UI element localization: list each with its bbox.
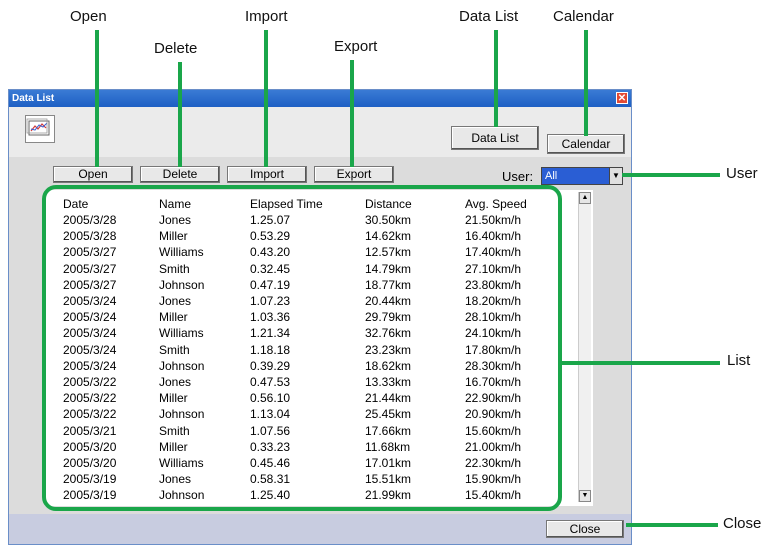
user-select-value: All bbox=[542, 168, 610, 184]
window-title: Data List bbox=[12, 93, 55, 104]
callout-line-import bbox=[264, 30, 268, 167]
callout-line-list bbox=[562, 361, 720, 365]
annotation-calendar: Calendar bbox=[553, 8, 614, 25]
annotation-export: Export bbox=[334, 38, 378, 55]
list-scrollbar[interactable]: ▲ ▼ bbox=[578, 192, 591, 502]
callout-line-calendar bbox=[584, 30, 588, 136]
bottom-bar bbox=[9, 514, 631, 544]
calendar-button[interactable]: Calendar bbox=[547, 134, 625, 154]
export-button[interactable]: Export bbox=[314, 166, 394, 183]
callout-line-data-list bbox=[494, 30, 498, 127]
list-highlight-frame bbox=[42, 185, 562, 511]
annotation-open: Open bbox=[70, 8, 107, 25]
annotation-data-list: Data List bbox=[459, 8, 519, 25]
close-button[interactable]: Close bbox=[546, 520, 624, 538]
data-list-button[interactable]: Data List bbox=[451, 126, 539, 150]
callout-line-export bbox=[350, 60, 354, 167]
callout-line-delete bbox=[178, 62, 182, 167]
chevron-down-icon[interactable]: ▼ bbox=[609, 168, 622, 184]
callout-line-close bbox=[626, 523, 718, 527]
callout-line-open bbox=[95, 30, 99, 167]
scroll-up-icon[interactable]: ▲ bbox=[579, 192, 591, 204]
annotation-import: Import bbox=[245, 8, 288, 25]
annotation-delete: Delete bbox=[154, 40, 198, 57]
annotation-close: Close bbox=[723, 515, 762, 532]
user-label: User: bbox=[502, 169, 534, 184]
annotation-list: List bbox=[727, 352, 751, 369]
user-select[interactable]: All ▼ bbox=[541, 167, 623, 185]
title-bar: Data List ✕ bbox=[9, 90, 631, 107]
scroll-down-icon[interactable]: ▼ bbox=[579, 490, 591, 502]
import-button[interactable]: Import bbox=[227, 166, 307, 183]
app-logo-icon bbox=[25, 115, 55, 143]
callout-line-user bbox=[622, 173, 720, 177]
open-button[interactable]: Open bbox=[53, 166, 133, 183]
delete-button[interactable]: Delete bbox=[140, 166, 220, 183]
annotation-user: User bbox=[726, 165, 758, 182]
close-window-icon[interactable]: ✕ bbox=[616, 92, 628, 104]
